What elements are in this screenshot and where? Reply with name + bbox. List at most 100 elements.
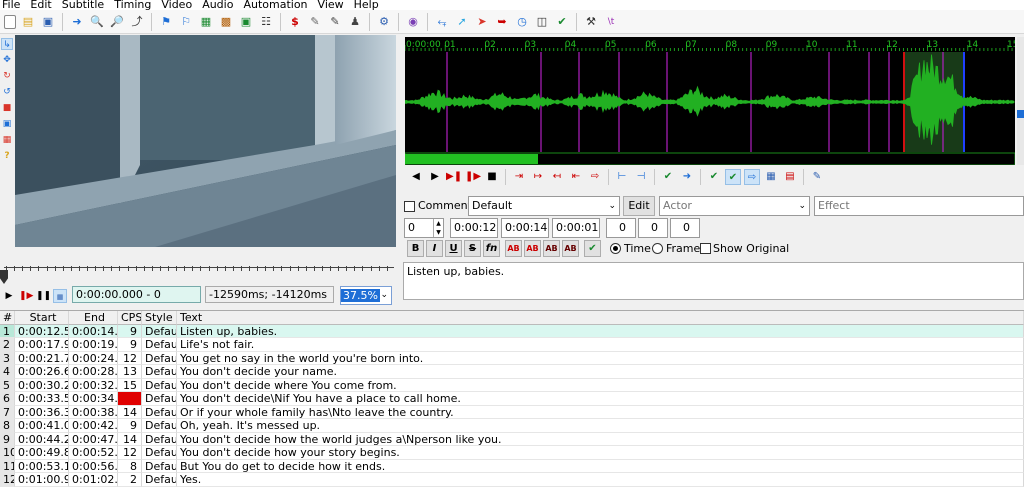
help-icon[interactable]: ? <box>1 150 13 162</box>
table-row[interactable]: 10:00:12.590:00:14.129DefaultListen up, … <box>0 324 1024 338</box>
auto-commit-icon[interactable]: ✔ <box>706 169 722 185</box>
comment-checkbox[interactable] <box>404 201 415 212</box>
clip-tool-icon[interactable]: ▣ <box>1 118 13 130</box>
table-row[interactable]: 120:01:00.940:01:02.022DefaultYes. <box>0 473 1024 487</box>
underline-button[interactable]: U <box>445 240 462 257</box>
table-row[interactable]: 40:00:26.600:00:28.1613DefaultYou don't … <box>0 365 1024 379</box>
font-button[interactable]: fn <box>483 240 500 257</box>
audio-scroll-thumb[interactable] <box>405 154 538 164</box>
seek-thumb[interactable] <box>0 270 8 284</box>
autoscroll-icon[interactable]: ▦ <box>53 289 67 303</box>
margin-left-field[interactable]: 0 <box>606 218 636 238</box>
video-seek-slider[interactable] <box>0 262 398 284</box>
karaoke-icon[interactable]: ▤ <box>782 169 798 185</box>
strikeout-button[interactable]: S <box>464 240 481 257</box>
menu-video[interactable]: Video <box>158 0 199 10</box>
play-selection-icon[interactable]: ▶❚ <box>446 169 462 185</box>
primary-color-button[interactable]: AB <box>505 240 522 257</box>
go-to-icon[interactable]: ➜ <box>679 169 695 185</box>
menu-timing[interactable]: Timing <box>111 0 158 10</box>
globe-icon[interactable]: ◉ <box>405 14 421 30</box>
subtitle-text-editor[interactable]: Listen up, babies. <box>403 262 1024 300</box>
menu-file[interactable]: File <box>0 0 27 10</box>
grid-header-text[interactable]: Text <box>177 311 1024 325</box>
auto-next-icon[interactable]: ✔ <box>725 169 741 185</box>
new-icon[interactable] <box>4 14 16 29</box>
table-row[interactable]: 80:00:41.010:00:42.879DefaultOh, yeah. I… <box>0 419 1024 433</box>
save-icon[interactable]: ▣ <box>40 14 56 30</box>
frame-radio[interactable] <box>652 243 663 254</box>
puzzle-icon[interactable]: ⚙ <box>376 14 392 30</box>
shift-times-icon[interactable]: ⥆ <box>434 14 450 30</box>
play-first-500-icon[interactable]: ↦ <box>530 169 546 185</box>
open-icon[interactable]: ▤ <box>20 14 36 30</box>
jump-icon[interactable]: ➜ <box>69 14 85 30</box>
effect-field[interactable]: Effect <box>814 196 1024 216</box>
layer-spinner[interactable]: 0 ▲ ▼ <box>404 218 444 238</box>
play-last-500-icon[interactable]: ↤ <box>549 169 565 185</box>
play-after-icon[interactable]: ⇤ <box>568 169 584 185</box>
dollar-icon[interactable]: $ <box>287 14 303 30</box>
time-radio[interactable] <box>610 243 621 254</box>
attachments-icon[interactable]: ⚐ <box>178 14 194 30</box>
actor-dropdown[interactable]: Actor ⌄ <box>659 196 810 216</box>
menu-edit[interactable]: Edit <box>27 0 58 10</box>
video-time-display[interactable]: 0:00:00.000 - 0 <box>72 286 201 303</box>
kanji-timer-icon[interactable]: ➤ <box>474 14 490 30</box>
menu-help[interactable]: Help <box>351 0 386 10</box>
rotate-z-tool-icon[interactable]: ↻ <box>1 70 13 82</box>
move-tool-icon[interactable]: ✥ <box>1 54 13 66</box>
play-line-icon[interactable]: ❚▶ <box>19 289 33 303</box>
copy-icon[interactable]: ⤴ <box>129 14 145 30</box>
margin-vertical-field[interactable]: 0 <box>670 218 700 238</box>
table-row[interactable]: 70:00:36.310:00:38.9814DefaultOr if your… <box>0 405 1024 419</box>
secondary-color-button[interactable]: AB <box>524 240 541 257</box>
menu-automation[interactable]: Automation <box>240 0 314 10</box>
table-row[interactable]: 100:00:49.890:00:52.3812DefaultYou don't… <box>0 446 1024 460</box>
tag-icon[interactable]: ✎ <box>327 14 343 30</box>
find-icon[interactable]: 🔍 <box>89 14 105 30</box>
pen-icon[interactable]: ✎ <box>307 14 323 30</box>
table-row[interactable]: 50:00:30.250:00:32.1415DefaultYou don't … <box>0 378 1024 392</box>
play-current-line-icon[interactable]: ❚▶ <box>465 169 481 185</box>
karaoke-mode-icon[interactable]: ✎ <box>809 169 825 185</box>
spectrum-icon[interactable]: ▦ <box>763 169 779 185</box>
grid-header-end[interactable]: End <box>69 311 118 325</box>
end-time-field[interactable]: 0:00:14.12 <box>501 218 549 238</box>
fonts-collector-icon[interactable]: ♟ <box>347 14 363 30</box>
play-to-end-icon[interactable]: ⇨ <box>587 169 603 185</box>
commit-button[interactable]: ✔ <box>584 240 601 257</box>
menu-audio[interactable]: Audio <box>199 0 240 10</box>
grid-header-cps[interactable]: CPS <box>118 311 142 325</box>
audio-zoom-thumb[interactable] <box>1017 110 1024 118</box>
timing-icon[interactable]: ➥ <box>494 14 510 30</box>
tools-icon[interactable]: ⚒ <box>583 14 599 30</box>
table-row[interactable]: 30:00:21.720:00:24.5412DefaultYou get no… <box>0 351 1024 365</box>
check-icon[interactable]: ✔ <box>554 14 570 30</box>
subtitle-grid[interactable]: # Start End CPS Style Text 10:00:12.590:… <box>0 310 1024 487</box>
start-time-field[interactable]: 0:00:12.59 <box>450 218 498 238</box>
italic-button[interactable]: I <box>426 240 443 257</box>
spinner-arrows-icon[interactable]: ▲ ▼ <box>433 219 443 237</box>
lead-out-icon[interactable]: ⊣ <box>633 169 649 185</box>
translation-icon[interactable]: ▩ <box>218 14 234 30</box>
auto-scroll-audio-icon[interactable]: ⇨ <box>744 169 760 185</box>
automation-icon[interactable]: \t <box>603 14 619 30</box>
duration-field[interactable]: 0:00:01.53 <box>552 218 600 238</box>
stop-audio-icon[interactable]: ■ <box>484 169 500 185</box>
post-processor-icon[interactable]: ➚ <box>454 14 470 30</box>
bold-button[interactable]: B <box>407 240 424 257</box>
outline-color-button[interactable]: AB <box>543 240 560 257</box>
prev-line-icon[interactable]: ◀ <box>408 169 424 185</box>
properties-icon[interactable]: ☷ <box>258 14 274 30</box>
edit-style-button[interactable]: Edit <box>623 196 655 216</box>
spellcheck-icon[interactable]: ▣ <box>238 14 254 30</box>
show-original-checkbox[interactable] <box>700 243 711 254</box>
scale-tool-icon[interactable]: ■ <box>1 102 13 114</box>
lead-in-icon[interactable]: ⊢ <box>614 169 630 185</box>
resample-icon[interactable]: ◫ <box>534 14 550 30</box>
audio-zoom-slider[interactable] <box>1017 37 1024 165</box>
table-row[interactable]: 90:00:44.200:00:47.2914DefaultYou don't … <box>0 432 1024 446</box>
rotate-xy-tool-icon[interactable]: ↺ <box>1 86 13 98</box>
standard-tool-icon[interactable]: ↳ <box>1 38 13 50</box>
